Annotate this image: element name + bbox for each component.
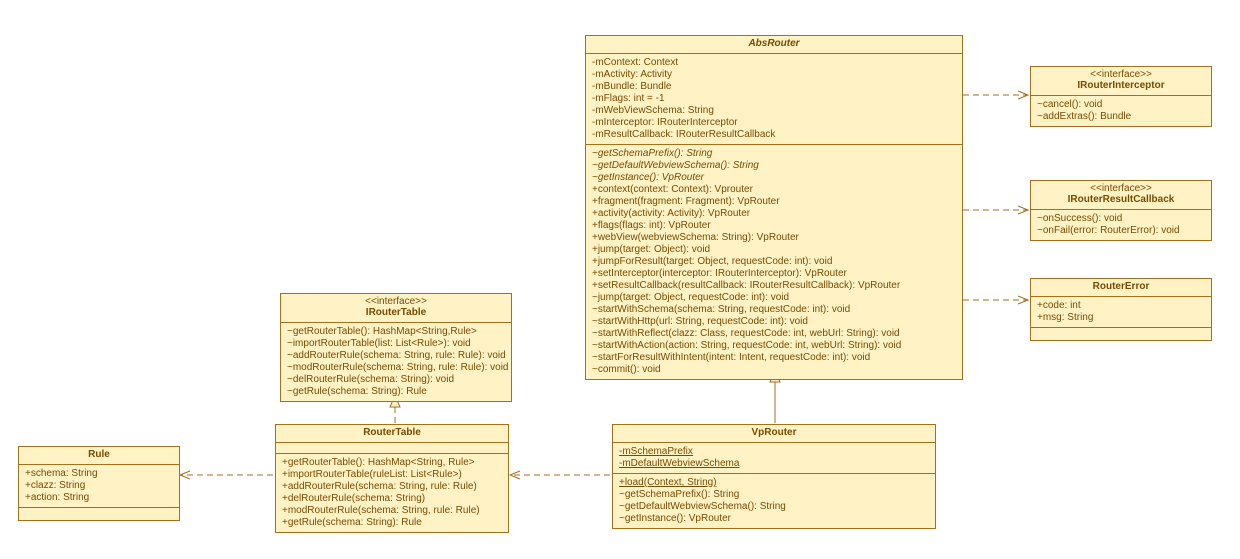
class-router-table[interactable]: RouterTable +getRouterTable(): HashMap<S…	[275, 424, 509, 533]
member-row: ~getRule(schema: String): Rule	[287, 386, 505, 398]
member-row: ~startForResultWithIntent(intent: Intent…	[592, 352, 956, 364]
member-row: +setInterceptor(interceptor: IRouterInte…	[592, 268, 956, 280]
member-row: ~modRouterRule(schema: String, rule: Rul…	[287, 362, 505, 374]
class-abs-router[interactable]: AbsRouter -mContext: Context-mActivity: …	[585, 35, 963, 380]
member-row: -mContext: Context	[592, 57, 956, 69]
member-row: ~getRouterTable(): HashMap<String,Rule>	[287, 326, 505, 338]
member-row: ~addRouterRule(schema: String, rule: Rul…	[287, 350, 505, 362]
op-list: ~onSuccess(): void~onFail(error: RouterE…	[1037, 213, 1205, 237]
member-row: -mDefaultWebviewSchema	[619, 458, 929, 470]
member-row: +fragment(fragment: Fragment): VpRouter	[592, 196, 956, 208]
member-row: ~getDefaultWebviewSchema(): String	[619, 501, 929, 513]
member-row: ~jump(target: Object, requestCode: int):…	[592, 292, 956, 304]
member-row: -mResultCallback: IRouterResultCallback	[592, 129, 956, 141]
member-row: +clazz: String	[25, 480, 173, 492]
member-row: ~importRouterTable(list: List<Rule>): vo…	[287, 338, 505, 350]
member-row: ~getInstance(): VpRouter	[619, 513, 929, 525]
member-row: +importRouterTable(ruleList: List<Rule>)	[282, 469, 502, 481]
op-list: +getRouterTable(): HashMap<String, Rule>…	[282, 457, 502, 529]
class-vp-router[interactable]: VpRouter -mSchemaPrefix-mDefaultWebviewS…	[612, 424, 936, 529]
member-row: -mBundle: Bundle	[592, 81, 956, 93]
member-row: ~onFail(error: RouterError): void	[1037, 225, 1205, 237]
op-list: ~getRouterTable(): HashMap<String,Rule>~…	[287, 326, 505, 398]
member-row: ~onSuccess(): void	[1037, 213, 1205, 225]
attr-list: -mSchemaPrefix-mDefaultWebviewSchema	[619, 446, 929, 470]
interface-irouter-table[interactable]: <<interface>> IRouterTable ~getRouterTab…	[280, 293, 512, 402]
stereotype-label: <<interface>>	[1037, 183, 1205, 194]
member-row: -mSchemaPrefix	[619, 446, 929, 458]
member-row: +addRouterRule(schema: String, rule: Rul…	[282, 481, 502, 493]
member-row: ~getInstance(): VpRouter	[592, 172, 956, 184]
member-row: ~commit(): void	[592, 364, 956, 376]
uml-canvas: Rule +schema: String+clazz: String+actio…	[0, 0, 1240, 559]
member-row: ~cancel(): void	[1037, 99, 1205, 111]
member-row: +getRouterTable(): HashMap<String, Rule>	[282, 457, 502, 469]
member-row: +delRouterRule(schema: String)	[282, 493, 502, 505]
member-row: ~getSchemaPrefix(): String	[619, 489, 929, 501]
class-title: VpRouter	[752, 427, 797, 438]
member-row: +webView(webviewSchema: String): VpRoute…	[592, 232, 956, 244]
stereotype-label: <<interface>>	[287, 296, 505, 307]
class-title: IRouterTable	[366, 307, 426, 318]
class-title: IRouterInterceptor	[1077, 80, 1164, 91]
member-row: +modRouterRule(schema: String, rule: Rul…	[282, 505, 502, 517]
member-row: +getRule(schema: String): Rule	[282, 517, 502, 529]
member-row: ~startWithHttp(url: String, requestCode:…	[592, 316, 956, 328]
member-row: ~startWithAction(action: String, request…	[592, 340, 956, 352]
member-row: ~delRouterRule(schema: String): void	[287, 374, 505, 386]
class-rule[interactable]: Rule +schema: String+clazz: String+actio…	[18, 446, 180, 521]
member-row: ~getSchemaPrefix(): String	[592, 148, 956, 160]
member-row: +jump(target: Object): void	[592, 244, 956, 256]
class-title: RouterTable	[363, 427, 421, 438]
member-row: +jumpForResult(target: Object, requestCo…	[592, 256, 956, 268]
member-row: -mActivity: Activity	[592, 69, 956, 81]
member-row: +activity(activity: Activity): VpRouter	[592, 208, 956, 220]
member-row: +action: String	[25, 492, 173, 504]
member-row: +flags(flags: int): VpRouter	[592, 220, 956, 232]
attr-list: +code: int+msg: String	[1037, 300, 1205, 324]
member-row: +context(context: Context): Vprouter	[592, 184, 956, 196]
attr-list: +schema: String+clazz: String+action: St…	[25, 468, 173, 504]
member-row: -mWebViewSchema: String	[592, 105, 956, 117]
op-list: +load(Context, String)~getSchemaPrefix()…	[619, 477, 929, 525]
interface-irouter-interceptor[interactable]: <<interface>> IRouterInterceptor ~cancel…	[1030, 66, 1212, 127]
member-row: +schema: String	[25, 468, 173, 480]
class-title: RouterError	[1093, 281, 1150, 292]
member-row: -mInterceptor: IRouterInterceptor	[592, 117, 956, 129]
op-list: ~getSchemaPrefix(): String~getDefaultWeb…	[592, 148, 956, 376]
class-title: AbsRouter	[748, 38, 799, 49]
member-row: ~startWithReflect(clazz: Class, requestC…	[592, 328, 956, 340]
attr-list: -mContext: Context-mActivity: Activity-m…	[592, 57, 956, 141]
member-row: +setResultCallback(resultCallback: IRout…	[592, 280, 956, 292]
class-title: Rule	[88, 449, 110, 460]
member-row: -mFlags: int = -1	[592, 93, 956, 105]
member-row: +load(Context, String)	[619, 477, 929, 489]
stereotype-label: <<interface>>	[1037, 69, 1205, 80]
member-row: ~getDefaultWebviewSchema(): String	[592, 160, 956, 172]
op-list: ~cancel(): void~addExtras(): Bundle	[1037, 99, 1205, 123]
member-row: +code: int	[1037, 300, 1205, 312]
class-router-error[interactable]: RouterError +code: int+msg: String	[1030, 278, 1212, 341]
member-row: ~addExtras(): Bundle	[1037, 111, 1205, 123]
class-title: IRouterResultCallback	[1068, 194, 1175, 205]
member-row: +msg: String	[1037, 312, 1205, 324]
member-row: ~startWithSchema(schema: String, request…	[592, 304, 956, 316]
interface-irouter-result-callback[interactable]: <<interface>> IRouterResultCallback ~onS…	[1030, 180, 1212, 241]
